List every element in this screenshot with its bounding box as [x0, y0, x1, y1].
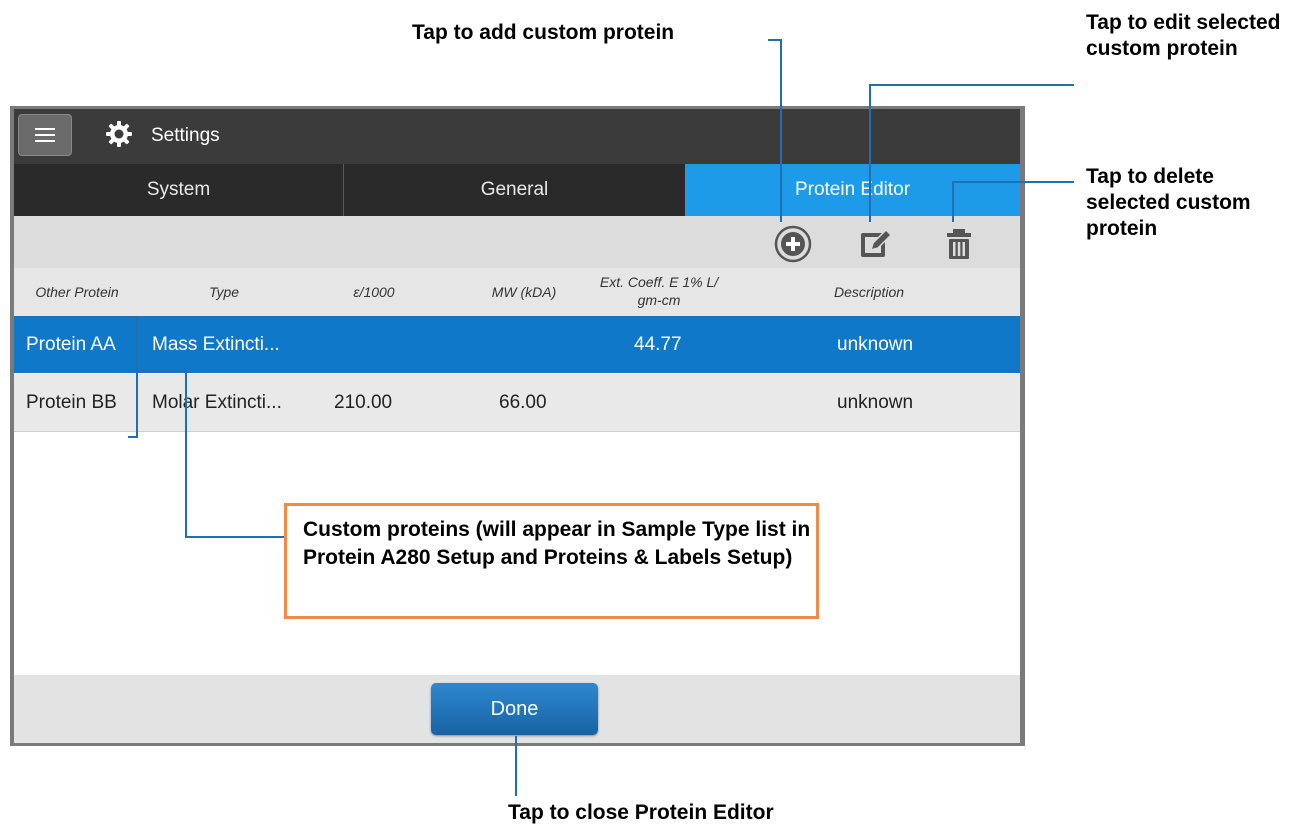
annotation-delete: Tap to delete selected custom protein	[1086, 165, 1251, 240]
protein-description: unknown	[837, 392, 914, 413]
protein-mw: 66.00	[499, 392, 547, 413]
leader-line-delete	[952, 181, 954, 222]
annotation-edit: Tap to edit selected custom protein	[1086, 11, 1281, 60]
menu-button[interactable]	[18, 114, 72, 156]
annotation-close: Tap to close Protein Editor	[508, 801, 774, 824]
tab-general[interactable]: General	[344, 164, 685, 216]
leader-line-edit	[869, 84, 871, 222]
tab-protein-editor[interactable]: Protein Editor	[685, 164, 1020, 216]
column-header: Other Protein	[35, 284, 119, 300]
protein-description: unknown	[837, 334, 914, 355]
leader-line-close	[515, 736, 517, 796]
leader-line-custom	[185, 370, 187, 538]
footer-bar: Done	[14, 675, 1020, 743]
leader-line-custom	[138, 370, 186, 372]
callout-custom-proteins: Custom proteins (will appear in Sample T…	[284, 503, 819, 619]
protein-epsilon: 210.00	[334, 392, 393, 413]
leader-line-custom	[185, 536, 284, 538]
column-header: Ext. Coeff. E 1% L/ gm-cm	[599, 274, 719, 308]
protein-ext-coeff: 44.77	[634, 334, 682, 355]
menu-icon	[35, 128, 55, 130]
leader-line-add	[780, 39, 782, 222]
column-header: ε/1000	[353, 284, 395, 300]
protein-name: Protein AA	[26, 334, 116, 355]
callout-text: Custom proteins (will appear in Sample T…	[303, 518, 811, 569]
annotation-add: Tap to add custom protein	[412, 21, 675, 44]
table-row[interactable]: Protein AA Mass Extincti... 44.77 unknow…	[14, 316, 1020, 373]
toolbar	[14, 216, 1020, 268]
tab-system[interactable]: System	[14, 164, 343, 216]
table-header: Other Protein Type ε/1000 MW (kDA) Ext. …	[14, 268, 1020, 316]
done-button[interactable]: Done	[431, 683, 598, 735]
gear-icon	[106, 121, 132, 147]
table-row[interactable]: Protein BB Molar Extincti... 210.00 66.0…	[14, 374, 1020, 432]
page-title: Settings	[151, 125, 220, 146]
leader-line-custom	[128, 436, 138, 438]
protein-type: Mass Extincti...	[152, 334, 280, 355]
delete-icon[interactable]	[939, 224, 979, 264]
column-header: MW (kDA)	[491, 284, 557, 300]
column-header: Type	[208, 284, 240, 300]
protein-name: Protein BB	[26, 392, 117, 413]
edit-icon[interactable]	[856, 224, 896, 264]
add-icon[interactable]	[773, 224, 813, 264]
protein-type: Molar Extincti...	[152, 392, 282, 413]
leader-line-delete	[952, 181, 1074, 183]
leader-line-custom	[136, 316, 138, 438]
column-header: Description	[833, 284, 905, 300]
leader-line-edit	[869, 84, 1074, 86]
